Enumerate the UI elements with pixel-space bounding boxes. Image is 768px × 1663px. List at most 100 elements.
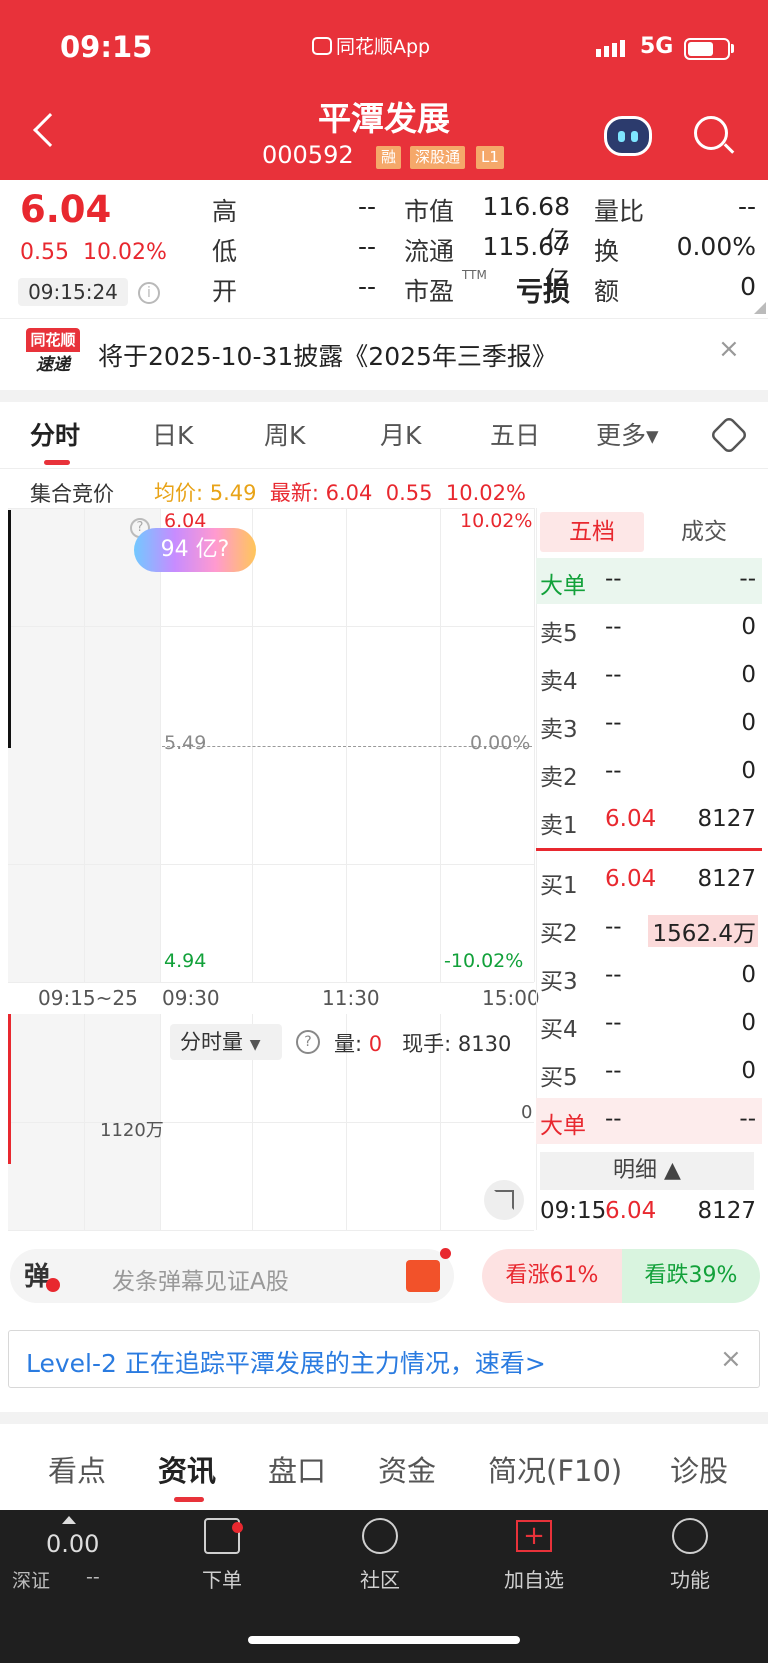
- index-change: --: [86, 1566, 100, 1588]
- tab-five-levels[interactable]: 五档: [540, 512, 644, 552]
- notice-logo: 同花顺: [26, 328, 80, 352]
- axis-bottom-pct: -10.02%: [444, 950, 524, 972]
- tab-weekly-k[interactable]: 周K: [264, 416, 305, 452]
- axis-top-pct: 10.02%: [460, 510, 533, 532]
- app-name-text: 同花顺App: [336, 36, 431, 58]
- stock-code: 000592: [262, 141, 354, 169]
- sell-3-label: 卖3: [540, 717, 578, 743]
- big-sell-vol: --: [739, 566, 756, 592]
- time-label: 11:30: [322, 986, 380, 1010]
- tab-order-book[interactable]: 盘口: [268, 1448, 326, 1490]
- index-name[interactable]: 深证: [12, 1566, 50, 1593]
- detail-vol: 8127: [697, 1198, 756, 1224]
- battery-icon: [684, 38, 730, 60]
- add-watchlist-icon[interactable]: +: [516, 1520, 552, 1552]
- nav-functions[interactable]: 功能: [645, 1564, 735, 1593]
- value-low: --: [357, 232, 376, 261]
- danmu-placeholder[interactable]: 发条弹幕见证A股: [112, 1262, 289, 1296]
- tag-shenzhen-connect: 深股通: [410, 146, 466, 169]
- info-icon[interactable]: i: [138, 282, 160, 304]
- big-buy-vol: --: [739, 1106, 756, 1132]
- value-amount: 0: [740, 272, 756, 301]
- tab-diagnosis[interactable]: 诊股: [670, 1448, 728, 1490]
- tab-active-indicator: [174, 1497, 204, 1502]
- sell-5-vol: 0: [741, 614, 756, 640]
- bullish-button[interactable]: 看涨61%: [482, 1249, 622, 1303]
- level2-text[interactable]: Level-2 正在追踪平潭发展的主力情况，速看>: [26, 1344, 546, 1380]
- nav-order[interactable]: 下单: [177, 1564, 267, 1593]
- notice-text[interactable]: 将于2025-10-31披露《2025年三季报》: [98, 337, 557, 373]
- detail-toggle[interactable]: 明细 ▲: [540, 1152, 754, 1190]
- close-icon[interactable]: ×: [718, 334, 740, 364]
- tab-f10[interactable]: 简况(F10): [488, 1448, 622, 1490]
- auction-info: 均价: 5.49 最新: 6.04 0.55 10.02%: [154, 477, 526, 507]
- robot-assistant-icon[interactable]: [604, 116, 652, 156]
- label-volume-ratio: 量比: [594, 197, 645, 226]
- menu-icon[interactable]: [672, 1518, 708, 1554]
- divider: [0, 468, 768, 469]
- value-open: --: [357, 272, 376, 301]
- tab-highlights[interactable]: 看点: [48, 1448, 106, 1490]
- sell-4-vol: 0: [741, 662, 756, 688]
- value-high: --: [357, 192, 376, 221]
- latest-pct: 10.02%: [445, 481, 526, 505]
- buy-1-vol: 8127: [697, 866, 756, 892]
- label-open: 开: [212, 277, 238, 306]
- community-icon[interactable]: [362, 1518, 398, 1554]
- volume-axis-max: 1120万: [100, 1120, 164, 1141]
- sell-1-vol: 8127: [697, 806, 756, 832]
- tab-more[interactable]: 更多▾: [596, 416, 659, 452]
- volume-value: 0: [368, 1032, 383, 1056]
- label-float-cap: 流通: [404, 237, 455, 266]
- tab-trades[interactable]: 成交: [650, 512, 758, 552]
- tab-daily-k[interactable]: 日K: [152, 416, 193, 452]
- label-turnover: 换: [594, 237, 620, 266]
- label-amount: 额: [594, 277, 620, 306]
- value-pe: 亏损: [516, 277, 570, 308]
- buy-4-label: 买4: [540, 1017, 578, 1043]
- auction-label: 集合竞价: [30, 482, 114, 506]
- home-indicator[interactable]: [248, 1636, 520, 1644]
- gift-icon[interactable]: [406, 1260, 440, 1292]
- status-time: 09:15: [60, 30, 153, 64]
- buy-4-vol: 0: [741, 1010, 756, 1036]
- index-value[interactable]: 0.00: [46, 1530, 99, 1558]
- tab-funds[interactable]: 资金: [378, 1448, 436, 1490]
- expand-corner-icon[interactable]: [754, 302, 766, 314]
- label-low: 低: [212, 237, 238, 266]
- change-percent: 10.02%: [82, 240, 167, 265]
- tab-five-day[interactable]: 五日: [490, 416, 540, 452]
- tab-news[interactable]: 资讯: [158, 1448, 216, 1490]
- big-sell-label: 大单: [540, 573, 586, 599]
- ai-bubble[interactable]: 94 亿?: [134, 528, 256, 572]
- axis-mid-price: 5.49: [164, 732, 207, 754]
- volume-type-label: 分时量: [180, 1030, 243, 1054]
- detail-time: 09:15: [540, 1198, 607, 1224]
- settings-icon[interactable]: [709, 415, 749, 455]
- change-value: 0.55: [20, 240, 69, 265]
- label-high: 高: [212, 197, 238, 226]
- notice-logo-sub: 速递: [36, 355, 70, 375]
- buy-2-vol: 1562.4万: [652, 921, 756, 947]
- sell-1-label: 卖1: [540, 813, 578, 839]
- signal-icon: [596, 38, 628, 57]
- close-icon[interactable]: ×: [720, 1344, 742, 1374]
- nav-community[interactable]: 社区: [335, 1564, 425, 1593]
- tab-monthly-k[interactable]: 月K: [380, 416, 421, 452]
- tab-intraday[interactable]: 分时: [30, 416, 80, 452]
- current-hand: 现手: 8130: [402, 1032, 512, 1056]
- volume-type-selector[interactable]: 分时量 ▼: [170, 1024, 282, 1060]
- bearish-button[interactable]: 看跌39%: [622, 1249, 760, 1303]
- nav-add-watchlist[interactable]: 加自选: [489, 1564, 579, 1593]
- time-label: 09:30: [162, 986, 220, 1010]
- network-label: 5G: [640, 34, 674, 59]
- robot-eye: [631, 131, 638, 142]
- buy-5-vol: 0: [741, 1058, 756, 1084]
- volume-help-icon[interactable]: ?: [296, 1030, 320, 1054]
- tag-margin: 融: [376, 146, 402, 169]
- volume-label: 量:: [334, 1032, 369, 1056]
- section-divider: [0, 1412, 768, 1424]
- value-turnover: 0.00%: [676, 232, 756, 261]
- buy-3-label: 买3: [540, 969, 578, 995]
- big-buy-label: 大单: [540, 1113, 586, 1139]
